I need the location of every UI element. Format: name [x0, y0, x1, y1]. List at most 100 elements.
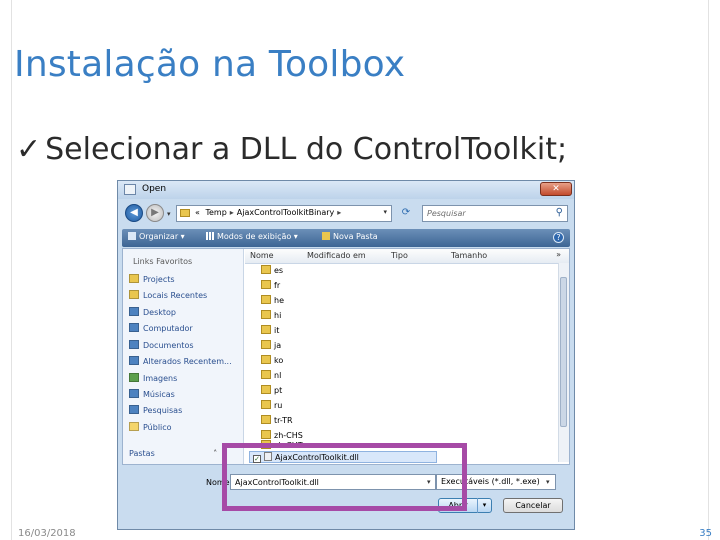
- file-name: he: [274, 296, 284, 305]
- slide-title: Instalação na Toolbox: [14, 44, 406, 85]
- list-item[interactable]: fr: [261, 280, 280, 290]
- favorite-label: Pesquisas: [143, 406, 183, 415]
- list-item[interactable]: es: [261, 265, 283, 275]
- favorite-item-desktop[interactable]: Desktop: [129, 307, 176, 317]
- bullet-text: Selecionar a DLL do ControlToolkit;: [45, 132, 568, 167]
- new-folder-icon: [322, 232, 330, 240]
- file-name: tr-TR: [274, 416, 293, 425]
- organize-label: Organizar ▾: [139, 232, 185, 241]
- recent-icon: [129, 356, 139, 365]
- folder-icon: [261, 280, 271, 289]
- scrollbar-thumb[interactable]: [560, 277, 567, 427]
- favorite-item-recent-places[interactable]: Locais Recentes: [129, 290, 207, 300]
- file-name: it: [274, 326, 280, 335]
- list-item[interactable]: zh-CHT: [261, 440, 303, 450]
- search-icon[interactable]: ⚲: [556, 207, 563, 218]
- folder-icon: [261, 325, 271, 334]
- favorite-item-projects[interactable]: Projects: [129, 274, 175, 284]
- list-item[interactable]: it: [261, 325, 279, 335]
- list-item[interactable]: zh-CHS: [261, 430, 303, 440]
- bullet-item: ✓ Selecionar a DLL do ControlToolkit;: [16, 132, 567, 167]
- folder-icon: [261, 370, 271, 379]
- filename-dropdown-icon[interactable]: ▾: [427, 478, 431, 486]
- folder-icon: [129, 422, 139, 431]
- close-button[interactable]: ✕: [540, 182, 572, 196]
- dialog-title: Open: [142, 184, 167, 194]
- favorite-item-searches[interactable]: Pesquisas: [129, 405, 182, 415]
- folder-icon: [261, 430, 271, 439]
- favorite-label: Projects: [143, 275, 175, 284]
- filetype-select[interactable]: Executáveis (*.dll, *.exe): [436, 474, 556, 490]
- favorite-item-images[interactable]: Imagens: [129, 373, 177, 383]
- breadcrumb-separator-icon[interactable]: ▸: [337, 208, 341, 217]
- favorite-item-music[interactable]: Músicas: [129, 389, 175, 399]
- breadcrumb-temp[interactable]: Temp: [205, 208, 226, 217]
- favorite-label: Alterados Recentem...: [143, 357, 232, 366]
- vertical-scrollbar[interactable]: [558, 263, 569, 462]
- images-icon: [129, 373, 139, 382]
- favorite-label: Locais Recentes: [143, 291, 208, 300]
- open-options-dropdown-icon[interactable]: ▾: [477, 498, 491, 513]
- folder-icon: [261, 440, 271, 449]
- folder-icon: [180, 209, 190, 217]
- folder-icon: [261, 295, 271, 304]
- list-item[interactable]: pt: [261, 385, 282, 395]
- list-item[interactable]: ko: [261, 355, 283, 365]
- file-name: fr: [274, 281, 281, 290]
- column-size[interactable]: Tamanho: [451, 251, 487, 260]
- refresh-icon[interactable]: ⟳: [399, 206, 413, 220]
- folder-icon: [129, 290, 139, 299]
- search-box[interactable]: ⚲: [422, 205, 568, 222]
- breadcrumb-separator-icon[interactable]: ▸: [230, 208, 234, 217]
- list-item[interactable]: ja: [261, 340, 281, 350]
- favorite-item-documents[interactable]: Documentos: [129, 340, 194, 350]
- address-bar[interactable]: « Temp ▸ AjaxControlToolkitBinary ▸ ▾: [176, 205, 392, 222]
- music-icon: [129, 389, 139, 398]
- column-headers: Nome Modificado em Tipo Tamanho »: [245, 249, 569, 264]
- search-folder-icon: [129, 405, 139, 414]
- breadcrumb-overflow[interactable]: «: [195, 208, 200, 217]
- list-item[interactable]: ru: [261, 400, 282, 410]
- help-icon[interactable]: ?: [553, 232, 564, 243]
- list-item[interactable]: nl: [261, 370, 281, 380]
- list-item[interactable]: he: [261, 295, 284, 305]
- folder-icon: [129, 274, 139, 283]
- new-folder-button[interactable]: Nova Pasta: [322, 232, 378, 241]
- right-margin-rule: [708, 0, 709, 540]
- more-columns-icon[interactable]: »: [556, 250, 561, 259]
- open-button-label: Abrir: [448, 501, 468, 510]
- favorite-item-recently-changed[interactable]: Alterados Recentem...: [129, 356, 232, 366]
- column-type[interactable]: Tipo: [391, 251, 408, 260]
- cancel-button[interactable]: Cancelar: [503, 498, 563, 513]
- favorite-label: Documentos: [143, 341, 194, 350]
- organize-menu[interactable]: Organizar ▾: [128, 232, 185, 241]
- filetype-dropdown-icon[interactable]: ▾: [546, 478, 550, 486]
- column-modified[interactable]: Modificado em: [307, 251, 366, 260]
- breadcrumb-ajaxcontroltoolkitbinary[interactable]: AjaxControlToolkitBinary: [237, 208, 335, 217]
- list-item[interactable]: hi: [261, 310, 281, 320]
- list-item[interactable]: tr-TR: [261, 415, 293, 425]
- chevron-up-icon: ˄: [213, 449, 218, 458]
- command-toolbar: Organizar ▾ Modos de exibição ▾ Nova Pas…: [122, 229, 570, 247]
- favorite-item-computer[interactable]: Computador: [129, 323, 193, 333]
- file-name: ko: [274, 356, 284, 365]
- search-input[interactable]: [427, 207, 537, 220]
- address-dropdown-icon[interactable]: ▾: [383, 208, 387, 216]
- favorite-item-public[interactable]: Público: [129, 422, 172, 432]
- column-name[interactable]: Nome: [250, 251, 274, 260]
- forward-button[interactable]: ▶: [146, 204, 164, 222]
- folders-toggle[interactable]: Pastas ˄: [129, 449, 217, 458]
- recent-locations-dropdown[interactable]: ▾: [167, 210, 171, 218]
- file-name: ja: [274, 341, 282, 350]
- folder-icon: [261, 340, 271, 349]
- back-button[interactable]: ◀: [125, 204, 143, 222]
- navigation-bar: ◀ ▶ ▾ « Temp ▸ AjaxControlToolkitBinary ▸ ▾…: [118, 200, 574, 228]
- computer-icon: [129, 323, 139, 332]
- folder-icon: [261, 385, 271, 394]
- new-folder-label: Nova Pasta: [333, 232, 378, 241]
- views-menu[interactable]: Modos de exibição ▾: [206, 232, 298, 241]
- filename-field[interactable]: [230, 474, 436, 490]
- checkbox-icon[interactable]: ✓: [253, 455, 261, 463]
- selected-file-row[interactable]: ✓ AjaxControlToolkit.dll: [249, 451, 437, 463]
- folder-icon: [261, 355, 271, 364]
